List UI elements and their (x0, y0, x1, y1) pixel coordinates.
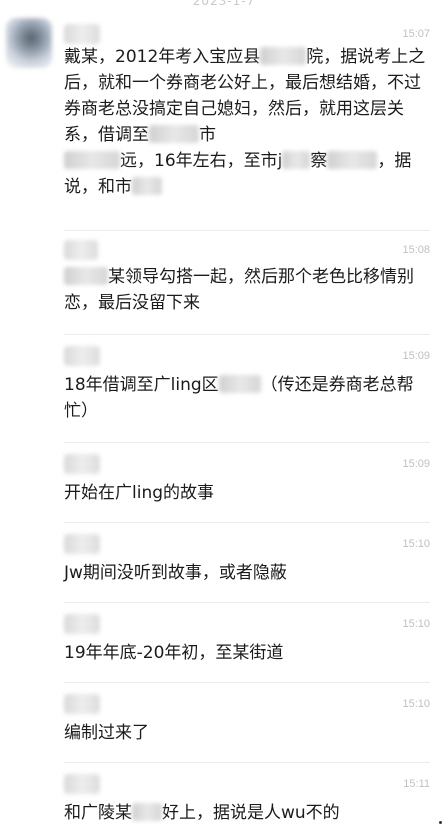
message-divider (64, 762, 430, 763)
message-item[interactable]: 15:07 戴某，2012年考入宝应县 院，据说考上之后，就和一个券商老公好上，最… (64, 24, 448, 214)
message-text: 开始在广ling的故事 (64, 483, 215, 503)
sender-name-blurred (64, 24, 100, 44)
message-text: 18年借调至广ling区 （传还是券商老总帮忙） (64, 375, 414, 421)
message-divider (64, 230, 430, 231)
sender-name-blurred (64, 694, 100, 714)
message-text: 某领导勾搭一起，然后那个老色比移情别恋，最后没留下来 (64, 267, 414, 313)
redaction-blur (327, 151, 378, 169)
sender-name-blurred (64, 346, 100, 366)
message-item[interactable]: 15:10 19年年底-20年初，至某街道 (64, 614, 448, 674)
message-divider (64, 334, 430, 335)
message-item[interactable]: 15:10 Jw期间没听到故事，或者隐蔽 (64, 534, 448, 594)
message-time: 15:11 (403, 778, 430, 790)
message-divider (64, 602, 430, 603)
redaction-blur (132, 803, 162, 821)
message-item[interactable]: 15:11 和广陵某 好上，据说是人wu不的 (64, 774, 448, 836)
message-item[interactable]: 15:09 开始在广ling的故事 (64, 454, 448, 514)
page-dot (439, 821, 442, 824)
avatar[interactable] (6, 18, 52, 68)
message-text: 和广陵某 好上，据说是人wu不的 (64, 803, 340, 823)
message-item[interactable]: 15:10 编制过来了 (64, 694, 448, 754)
message-time: 15:10 (402, 618, 430, 630)
sender-name-blurred (64, 240, 98, 260)
message-divider (64, 682, 430, 683)
message-divider (64, 522, 430, 523)
message-divider (64, 442, 430, 443)
sender-name-blurred (64, 774, 100, 794)
message-item[interactable]: 15:08 某领导勾搭一起，然后那个老色比移情别恋，最后没留下来 (64, 240, 448, 320)
sender-name-blurred (64, 534, 100, 554)
date-separator: 2023-1-7 (192, 0, 256, 8)
redaction-blur (64, 267, 108, 285)
message-time: 15:09 (402, 458, 430, 470)
sender-name-blurred (64, 454, 100, 474)
redaction-blur (218, 375, 261, 393)
redaction-blur (132, 177, 162, 195)
redaction-blur (64, 151, 120, 169)
redaction-blur (282, 151, 311, 169)
message-time: 15:10 (402, 538, 430, 550)
sender-name-blurred (64, 614, 100, 634)
redaction-blur (260, 47, 307, 65)
message-text: 戴某，2012年考入宝应县 院，据说考上之后，就和一个券商老公好上，最后想结婚，不… (64, 47, 426, 197)
redaction-blur (149, 125, 199, 143)
message-item[interactable]: 15:09 18年借调至广ling区 （传还是券商老总帮忙） (64, 346, 448, 430)
message-text: 19年年底-20年初，至某街道 (64, 643, 284, 663)
message-time: 15:09 (402, 350, 430, 362)
message-time: 15:07 (402, 28, 430, 40)
message-time: 15:10 (402, 698, 430, 710)
message-text: 编制过来了 (64, 723, 149, 743)
message-text: Jw期间没听到故事，或者隐蔽 (64, 563, 287, 583)
message-time: 15:08 (402, 244, 430, 256)
